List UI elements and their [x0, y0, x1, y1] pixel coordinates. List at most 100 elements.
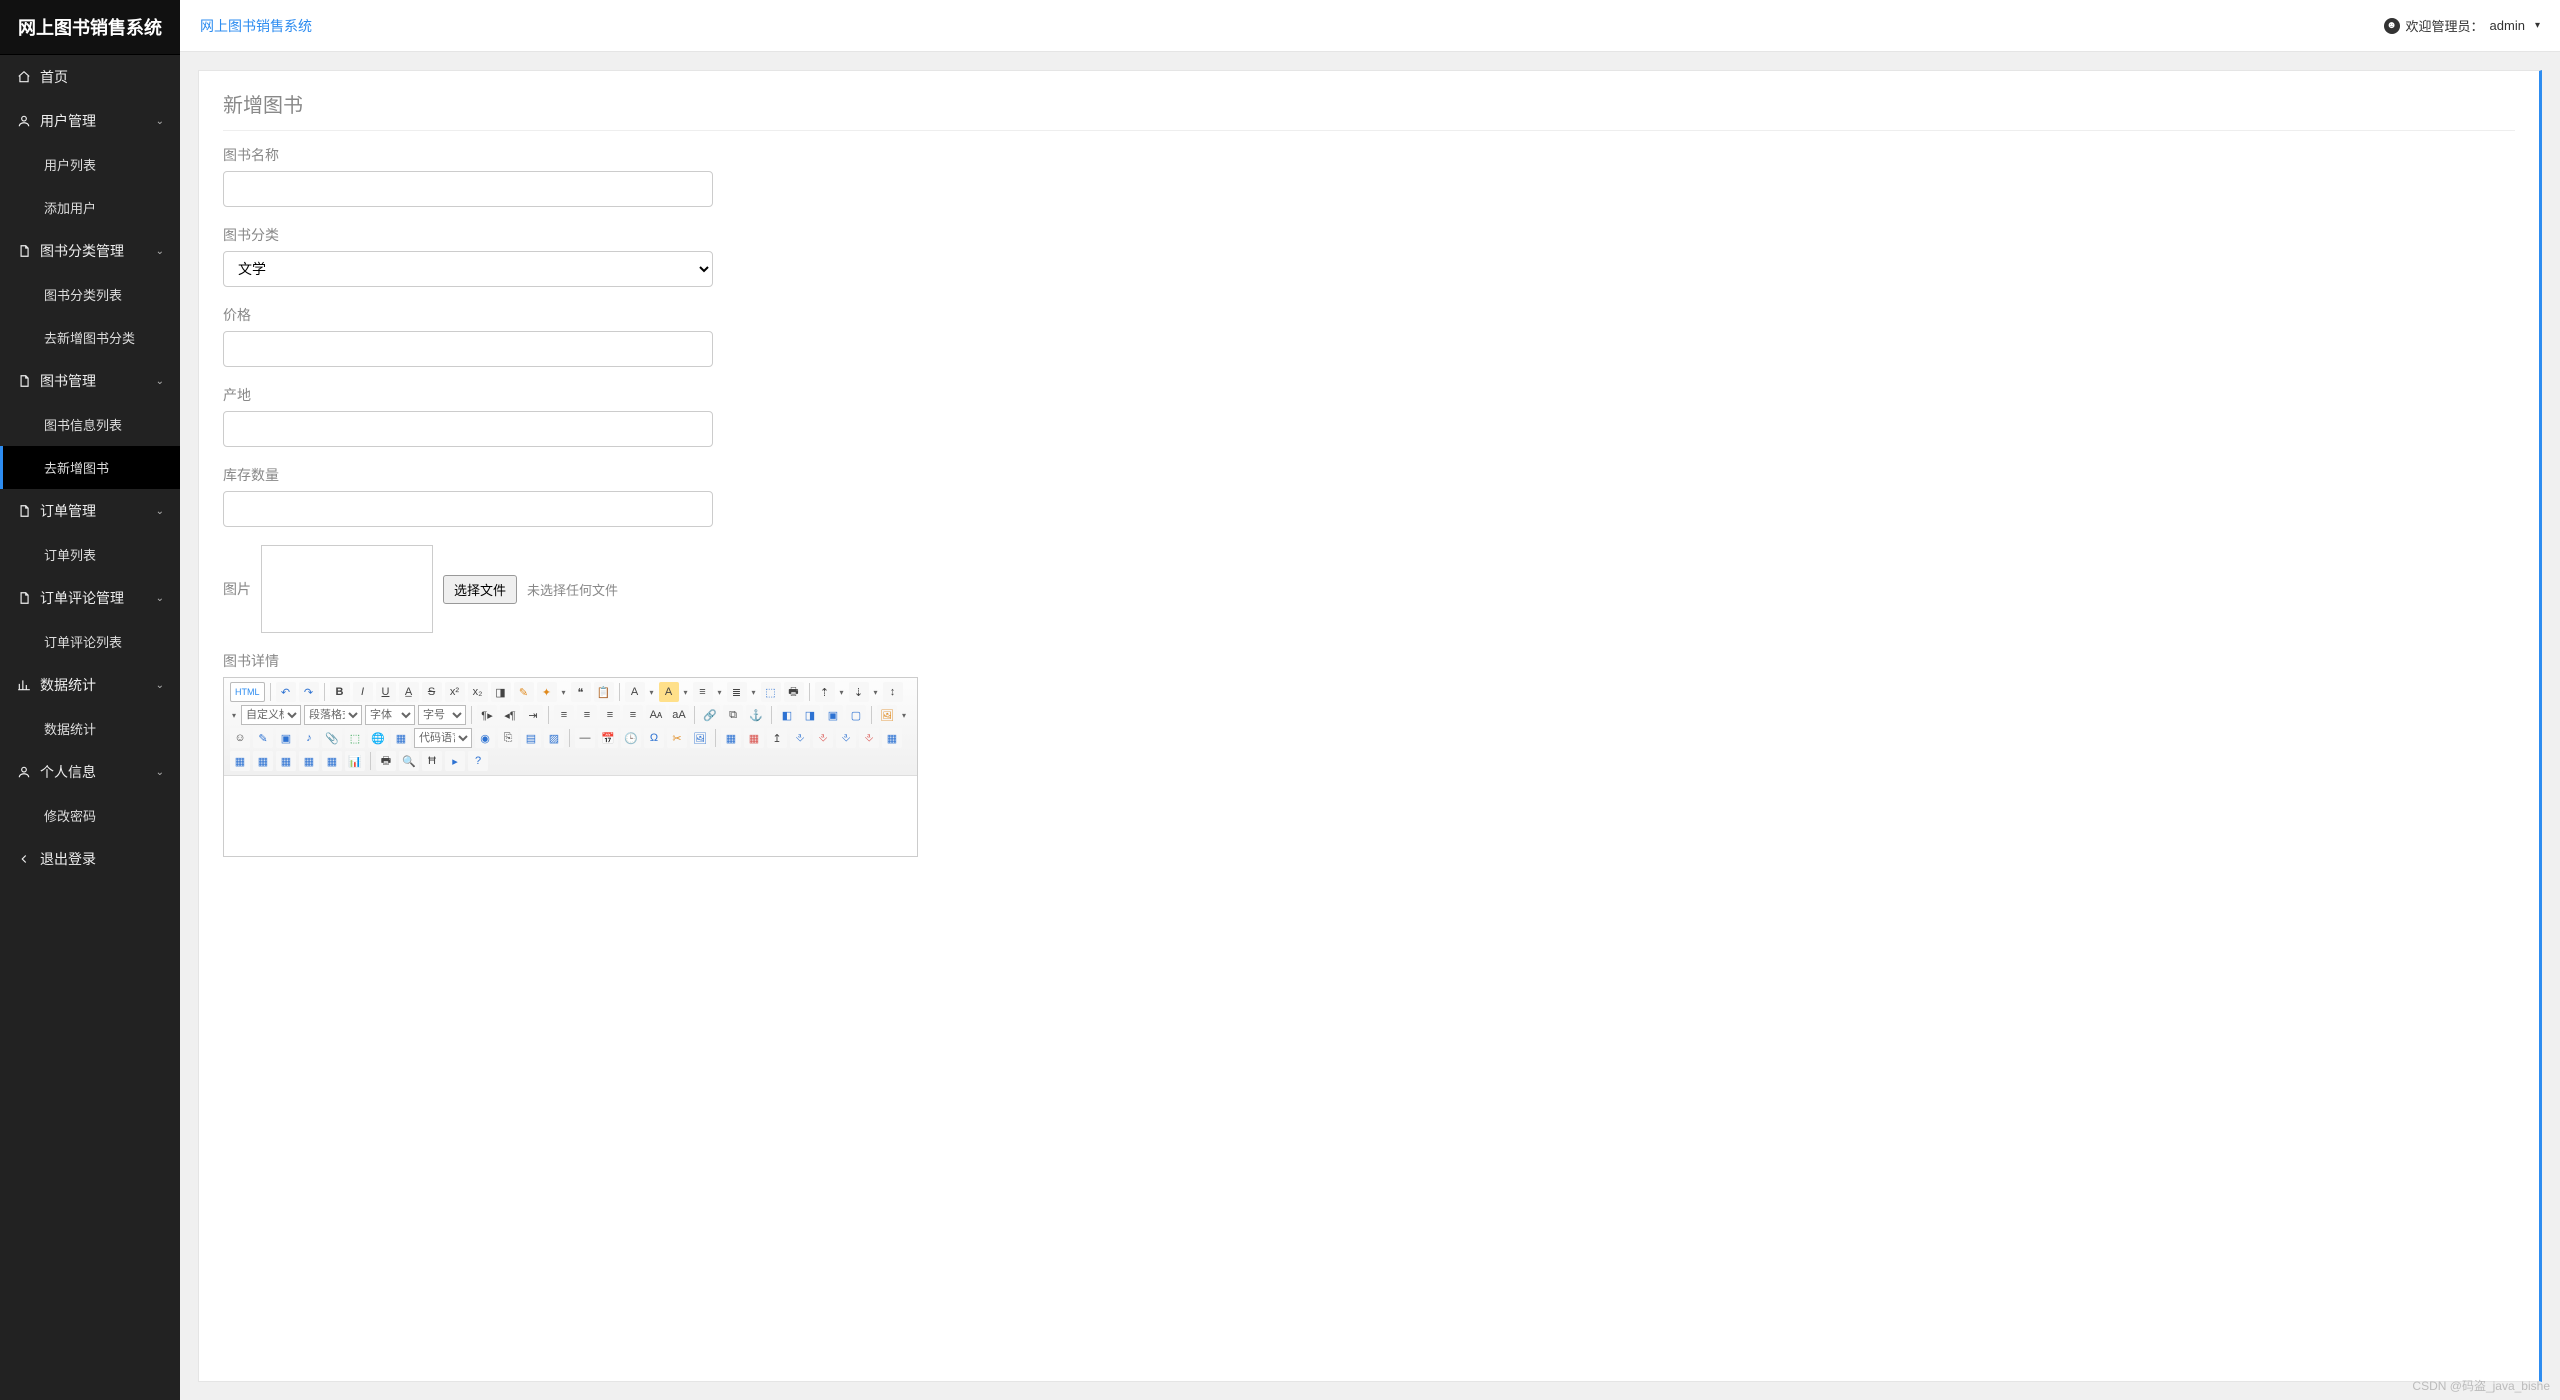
input-stock[interactable] — [223, 491, 713, 527]
redo-icon[interactable]: ↷ — [299, 682, 319, 702]
superscript-icon[interactable]: x² — [445, 682, 465, 702]
insert-para-before-table-icon[interactable]: ↥ — [767, 728, 787, 748]
insert-image-icon[interactable]: 🖼 — [877, 705, 897, 725]
map-icon[interactable]: ⬚ — [345, 728, 365, 748]
sidebar-subitem-1-1[interactable]: 去新增图书分类 — [0, 316, 180, 359]
sidebar-subitem-0-1[interactable]: 添加用户 — [0, 186, 180, 229]
insert-col-icon[interactable]: ⎀ — [836, 728, 856, 748]
fontborder-icon[interactable]: A̲ — [399, 682, 419, 702]
dropdown-icon[interactable]: ▾ — [750, 682, 758, 702]
split-rows-icon[interactable]: ▦ — [299, 751, 319, 771]
bold-icon[interactable]: B — [330, 682, 350, 702]
webapp-icon[interactable]: ◉ — [475, 728, 495, 748]
dropdown-icon[interactable]: ▾ — [648, 682, 656, 702]
align-right-icon[interactable]: ≡ — [600, 705, 620, 725]
rowspacing-top-icon[interactable]: ⇡ — [815, 682, 835, 702]
print-icon[interactable]: 🖶 — [784, 682, 804, 702]
touppercase-icon[interactable]: Aᴀ — [646, 705, 666, 725]
tolowercase-icon[interactable]: aA — [669, 705, 689, 725]
emoji-icon[interactable]: ☺ — [230, 728, 250, 748]
charts-icon[interactable]: 📊 — [345, 751, 365, 771]
sidebar-subitem-0-0[interactable]: 用户列表 — [0, 143, 180, 186]
delete-col-icon[interactable]: ⎀ — [859, 728, 879, 748]
eraser-icon[interactable]: ◨ — [491, 682, 511, 702]
rtl-icon[interactable]: ◂¶ — [500, 705, 520, 725]
ordered-list-icon[interactable]: ≡ — [693, 682, 713, 702]
hr-icon[interactable]: — — [575, 728, 595, 748]
dropdown-icon[interactable]: ▾ — [872, 682, 880, 702]
merge-right-icon[interactable]: ▦ — [230, 751, 250, 771]
split-cols-icon[interactable]: ▦ — [322, 751, 342, 771]
sidebar-subitem-4-0[interactable]: 订单评论列表 — [0, 620, 180, 663]
table-icon[interactable]: ▦ — [721, 728, 741, 748]
scrawl-icon[interactable]: ✎ — [253, 728, 273, 748]
gmap-icon[interactable]: 🌐 — [368, 728, 388, 748]
pasteplain-icon[interactable]: 📋 — [594, 682, 614, 702]
editor-select-codelang[interactable]: 代码语言 — [414, 728, 472, 748]
sidebar-group-1[interactable]: 图书分类管理⌄ — [0, 229, 180, 273]
align-justify-icon[interactable]: ≡ — [623, 705, 643, 725]
editor-html-button[interactable]: HTML — [230, 682, 265, 702]
rowspacing-bottom-icon[interactable]: ⇣ — [849, 682, 869, 702]
image-center-icon[interactable]: ▣ — [823, 705, 843, 725]
sidebar-item-logout[interactable]: 退出登录 — [0, 837, 180, 881]
preview-icon[interactable]: 🔍 — [399, 751, 419, 771]
input-origin[interactable] — [223, 411, 713, 447]
editor-select-paragraph[interactable]: 段落格式 — [304, 705, 362, 725]
formatmatch-icon[interactable]: ✎ — [514, 682, 534, 702]
anchor-icon[interactable]: ⚓ — [746, 705, 766, 725]
unlink-icon[interactable]: ⧉ — [723, 705, 743, 725]
search-replace-icon[interactable]: Ħ — [422, 751, 442, 771]
subscript-icon[interactable]: x₂ — [468, 682, 488, 702]
date-icon[interactable]: 📅 — [598, 728, 618, 748]
sidebar-subitem-2-0[interactable]: 图书信息列表 — [0, 403, 180, 446]
merge-down-icon[interactable]: ▦ — [253, 751, 273, 771]
sidebar-group-0[interactable]: 用户管理⌄ — [0, 99, 180, 143]
indent-icon[interactable]: ⇥ — [523, 705, 543, 725]
spechars-icon[interactable]: Ω — [644, 728, 664, 748]
forecolor-icon[interactable]: A — [625, 682, 645, 702]
music-icon[interactable]: ♪ — [299, 728, 319, 748]
align-center-icon[interactable]: ≡ — [577, 705, 597, 725]
input-book-name[interactable] — [223, 171, 713, 207]
link-icon[interactable]: 🔗 — [700, 705, 720, 725]
sidebar-group-4[interactable]: 订单评论管理⌄ — [0, 576, 180, 620]
dropdown-icon[interactable]: ▾ — [560, 682, 568, 702]
backcolor-icon[interactable]: A — [659, 682, 679, 702]
dropdown-icon[interactable]: ▾ — [716, 682, 724, 702]
help-icon[interactable]: ? — [468, 751, 488, 771]
dropdown-icon[interactable]: ▾ — [682, 682, 690, 702]
editor-body[interactable] — [224, 776, 917, 856]
sidebar-subitem-3-0[interactable]: 订单列表 — [0, 533, 180, 576]
editor-select-fontfamily[interactable]: 字体 — [365, 705, 415, 725]
split-cells-icon[interactable]: ▦ — [276, 751, 296, 771]
time-icon[interactable]: 🕒 — [621, 728, 641, 748]
delete-table-icon[interactable]: ▦ — [744, 728, 764, 748]
undo-icon[interactable]: ↶ — [276, 682, 296, 702]
editor-select-customstyle[interactable]: 自定义标题 — [241, 705, 301, 725]
sidebar-group-2[interactable]: 图书管理⌄ — [0, 359, 180, 403]
sidebar-subitem-6-0[interactable]: 修改密码 — [0, 794, 180, 837]
snapscreen-icon[interactable]: ✂ — [667, 728, 687, 748]
selectall-icon[interactable]: ⬚ — [761, 682, 781, 702]
breadcrumb[interactable]: 网上图书销售系统 — [200, 16, 312, 36]
template-icon[interactable]: ▤ — [521, 728, 541, 748]
pagebreak-icon[interactable]: ⎘ — [498, 728, 518, 748]
insert-row-icon[interactable]: ⎀ — [790, 728, 810, 748]
attachment-icon[interactable]: 📎 — [322, 728, 342, 748]
drafts-icon[interactable]: ▸ — [445, 751, 465, 771]
sidebar-group-5[interactable]: 数据统计⌄ — [0, 663, 180, 707]
sidebar-subitem-2-1[interactable]: 去新增图书 — [0, 446, 180, 489]
editor-select-fontsize[interactable]: 字号 — [418, 705, 466, 725]
choose-file-button[interactable]: 选择文件 — [443, 575, 517, 604]
unordered-list-icon[interactable]: ≣ — [727, 682, 747, 702]
select-book-category[interactable]: 文学 — [223, 251, 713, 287]
input-price[interactable] — [223, 331, 713, 367]
align-left-icon[interactable]: ≡ — [554, 705, 574, 725]
image-none-icon[interactable]: ▢ — [846, 705, 866, 725]
sidebar-group-6[interactable]: 个人信息⌄ — [0, 750, 180, 794]
dropdown-icon[interactable]: ▾ — [838, 682, 846, 702]
autotypeset-icon[interactable]: ✦ — [537, 682, 557, 702]
lineheight-icon[interactable]: ↕ — [883, 682, 903, 702]
sidebar-subitem-5-0[interactable]: 数据统计 — [0, 707, 180, 750]
